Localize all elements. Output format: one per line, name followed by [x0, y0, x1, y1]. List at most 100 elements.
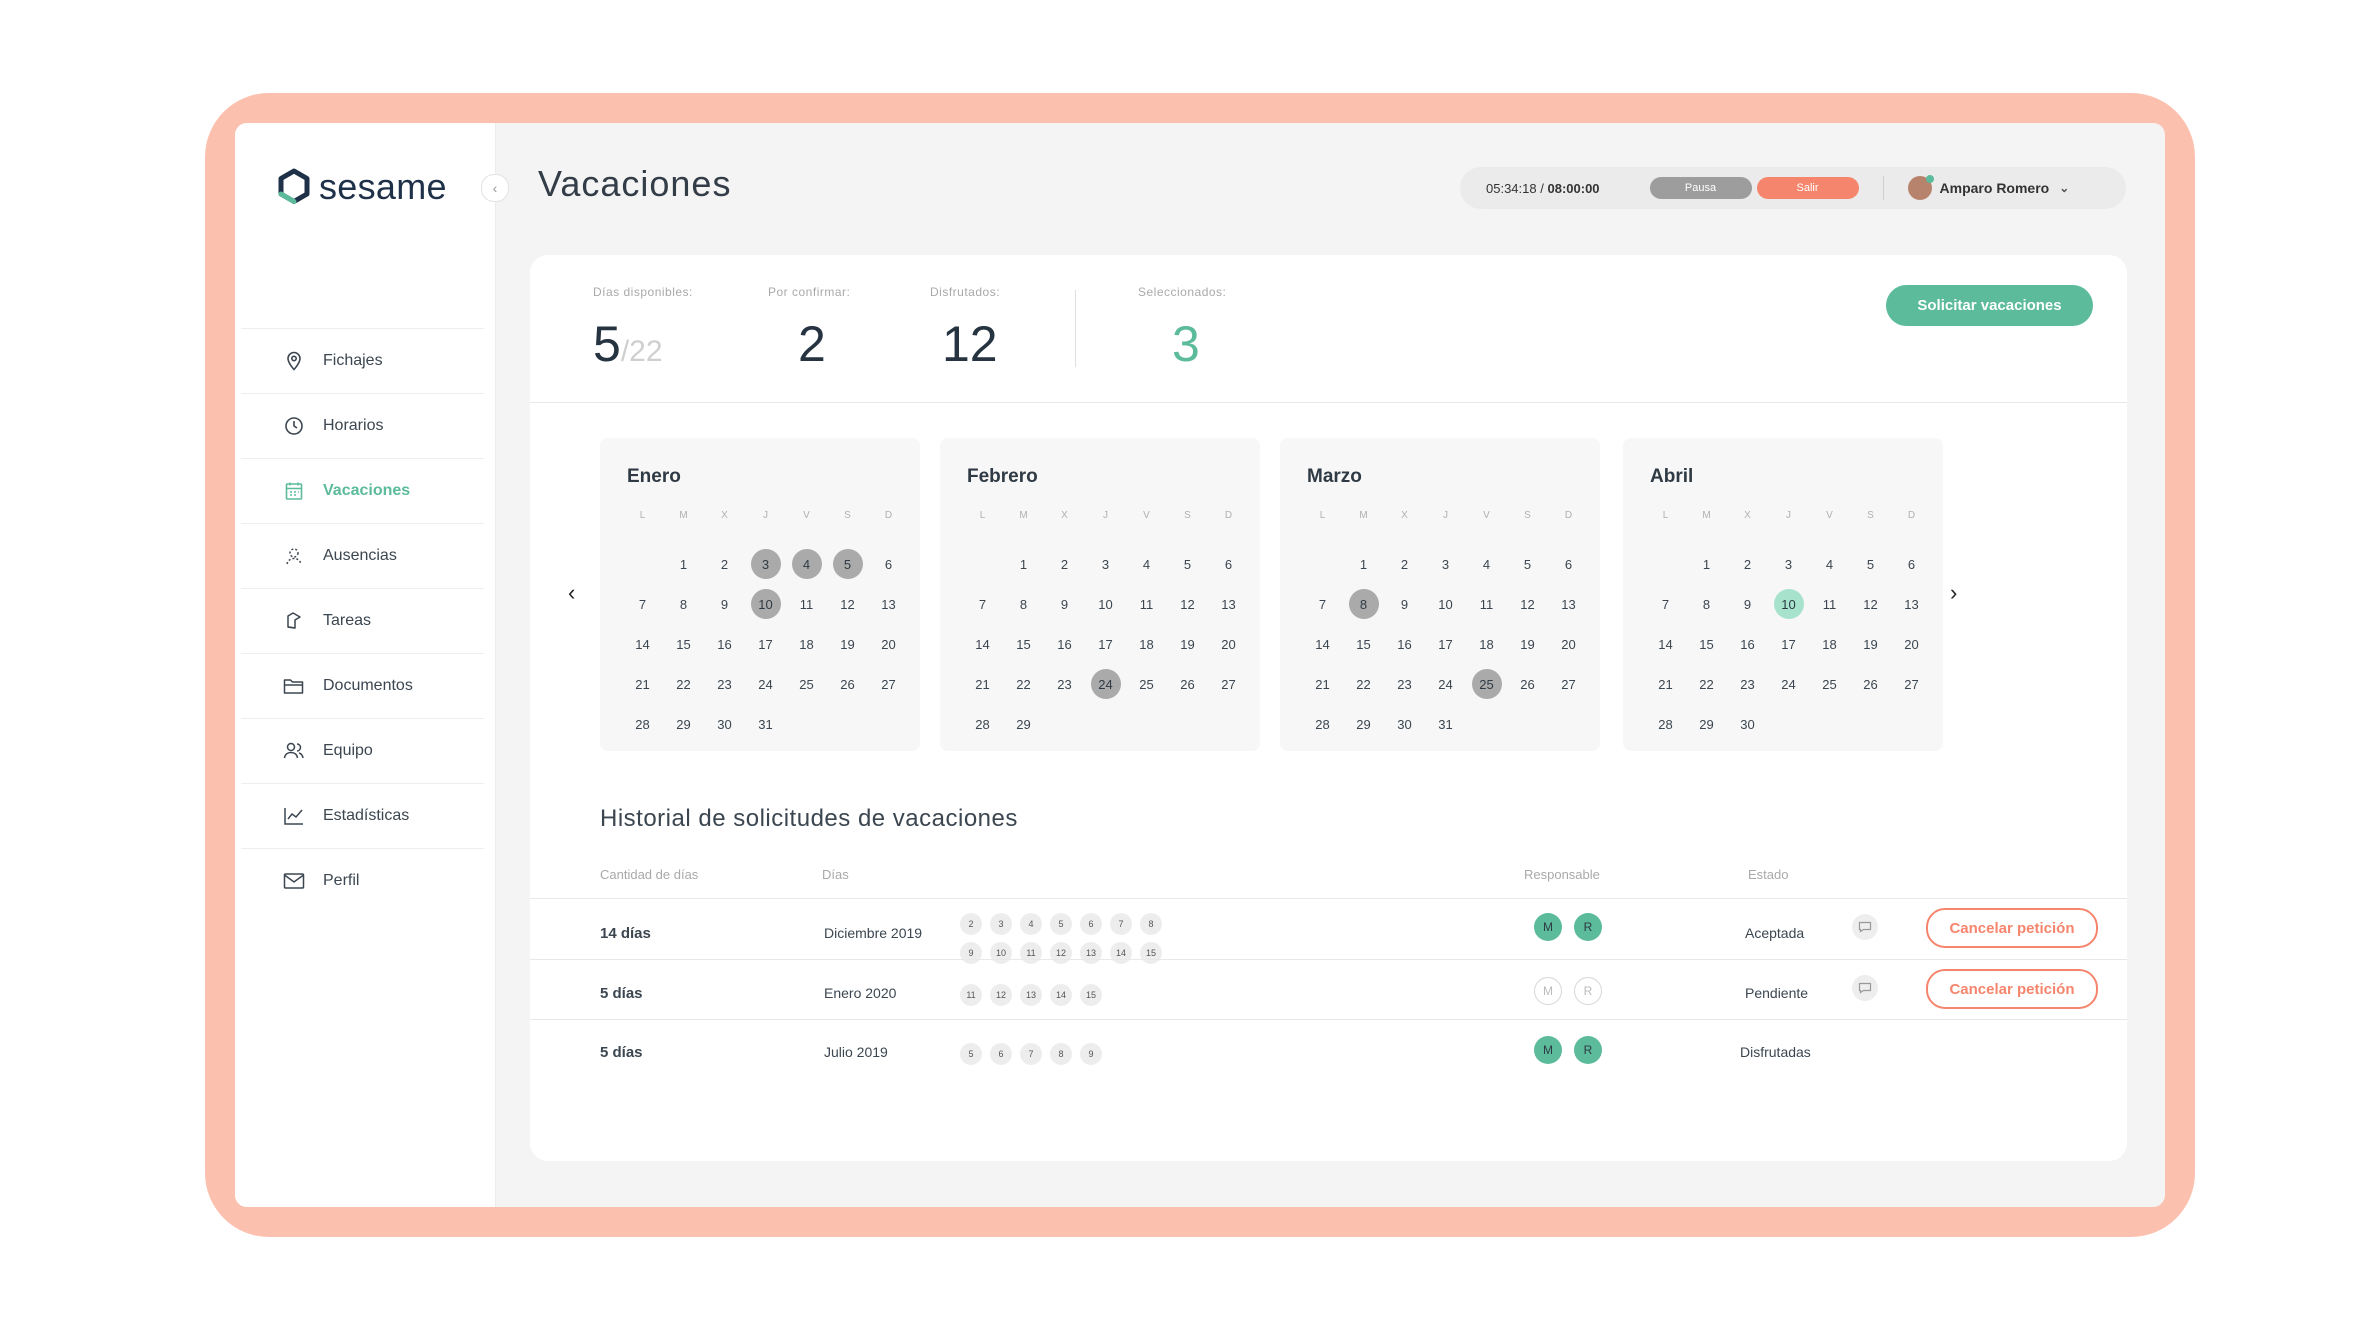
calendar-day[interactable]: 9 — [1727, 584, 1768, 624]
calendar-day[interactable]: 24 — [1768, 664, 1809, 704]
calendar-day[interactable]: 10 — [1085, 584, 1126, 624]
calendar-day[interactable]: 10 — [1425, 584, 1466, 624]
calendar-day[interactable]: 23 — [1384, 664, 1425, 704]
calendar-day[interactable]: 4 — [1466, 544, 1507, 584]
calendar-day[interactable]: 21 — [622, 664, 663, 704]
calendar-day[interactable]: 23 — [1727, 664, 1768, 704]
calendar-day[interactable]: 16 — [1727, 624, 1768, 664]
calendar-day[interactable]: 22 — [663, 664, 704, 704]
calendar-day[interactable]: 31 — [1425, 704, 1466, 744]
calendar-day[interactable]: 9 — [1384, 584, 1425, 624]
calendar-day[interactable]: 19 — [827, 624, 868, 664]
calendar-day[interactable]: 25 — [1126, 664, 1167, 704]
sidebar-item-perfil[interactable]: Perfil — [241, 848, 484, 913]
calendar-day[interactable]: 11 — [1809, 584, 1850, 624]
calendar-day[interactable]: 23 — [704, 664, 745, 704]
prev-months-button[interactable]: ‹ — [568, 580, 575, 606]
calendar-day[interactable]: 26 — [1167, 664, 1208, 704]
calendar-day[interactable]: 14 — [1302, 624, 1343, 664]
calendar-day[interactable]: 29 — [1003, 704, 1044, 744]
calendar-day[interactable]: 31 — [745, 704, 786, 744]
calendar-day[interactable]: 13 — [1208, 584, 1249, 624]
calendar-day[interactable]: 4 — [786, 544, 827, 584]
calendar-day[interactable]: 2 — [1384, 544, 1425, 584]
calendar-day[interactable]: 1 — [1343, 544, 1384, 584]
calendar-day[interactable]: 15 — [1686, 624, 1727, 664]
request-vacation-button[interactable]: Solicitar vacaciones — [1886, 285, 2093, 326]
calendar-day[interactable]: 27 — [1891, 664, 1932, 704]
calendar-day[interactable]: 2 — [1727, 544, 1768, 584]
calendar-day[interactable]: 22 — [1003, 664, 1044, 704]
calendar-day[interactable]: 19 — [1850, 624, 1891, 664]
calendar-day[interactable]: 18 — [1126, 624, 1167, 664]
calendar-day[interactable]: 3 — [745, 544, 786, 584]
calendar-day[interactable]: 9 — [704, 584, 745, 624]
calendar-day[interactable]: 11 — [1126, 584, 1167, 624]
calendar-day[interactable]: 13 — [1548, 584, 1589, 624]
calendar-day[interactable]: 20 — [1208, 624, 1249, 664]
calendar-day[interactable]: 16 — [1384, 624, 1425, 664]
exit-button[interactable]: Salir — [1756, 177, 1859, 199]
calendar-day[interactable]: 10 — [745, 584, 786, 624]
calendar-day[interactable]: 12 — [1850, 584, 1891, 624]
calendar-day[interactable]: 20 — [868, 624, 909, 664]
calendar-day[interactable]: 15 — [1003, 624, 1044, 664]
calendar-day[interactable]: 18 — [1809, 624, 1850, 664]
sidebar-item-tareas[interactable]: Tareas — [241, 588, 484, 653]
next-months-button[interactable]: › — [1950, 580, 1957, 606]
calendar-day[interactable]: 17 — [1085, 624, 1126, 664]
sidebar-item-equipo[interactable]: Equipo — [241, 718, 484, 783]
calendar-day[interactable]: 7 — [1302, 584, 1343, 624]
calendar-day[interactable]: 14 — [1645, 624, 1686, 664]
calendar-day[interactable]: 8 — [1686, 584, 1727, 624]
calendar-day[interactable]: 20 — [1548, 624, 1589, 664]
calendar-day[interactable]: 17 — [1768, 624, 1809, 664]
user-menu[interactable]: Amparo Romero ⌄ — [1907, 175, 2069, 200]
calendar-day[interactable]: 14 — [622, 624, 663, 664]
calendar-day[interactable]: 15 — [663, 624, 704, 664]
sesame-logo[interactable]: sesame — [277, 166, 447, 208]
calendar-day[interactable]: 3 — [1768, 544, 1809, 584]
calendar-day[interactable]: 28 — [962, 704, 1003, 744]
calendar-day[interactable]: 7 — [962, 584, 1003, 624]
calendar-day[interactable]: 21 — [1302, 664, 1343, 704]
calendar-day[interactable]: 29 — [663, 704, 704, 744]
calendar-day[interactable]: 14 — [962, 624, 1003, 664]
calendar-day[interactable]: 30 — [1384, 704, 1425, 744]
calendar-day[interactable]: 12 — [1507, 584, 1548, 624]
calendar-day[interactable]: 22 — [1686, 664, 1727, 704]
calendar-day[interactable]: 1 — [1686, 544, 1727, 584]
calendar-day[interactable]: 12 — [1167, 584, 1208, 624]
calendar-day[interactable]: 29 — [1343, 704, 1384, 744]
calendar-day[interactable]: 20 — [1891, 624, 1932, 664]
calendar-day[interactable]: 7 — [1645, 584, 1686, 624]
calendar-day[interactable]: 25 — [1466, 664, 1507, 704]
calendar-day[interactable]: 6 — [1891, 544, 1932, 584]
calendar-day[interactable]: 1 — [663, 544, 704, 584]
comment-button[interactable] — [1852, 914, 1878, 940]
calendar-day[interactable]: 12 — [827, 584, 868, 624]
calendar-day[interactable]: 22 — [1343, 664, 1384, 704]
calendar-day[interactable]: 18 — [1466, 624, 1507, 664]
sidebar-item-horarios[interactable]: Horarios — [241, 393, 484, 458]
sidebar-item-estadisticas[interactable]: Estadísticas — [241, 783, 484, 848]
calendar-day[interactable]: 18 — [786, 624, 827, 664]
collapse-sidebar-button[interactable]: ‹ — [481, 174, 509, 202]
calendar-day[interactable]: 27 — [868, 664, 909, 704]
calendar-day[interactable]: 28 — [622, 704, 663, 744]
calendar-day[interactable]: 7 — [622, 584, 663, 624]
sidebar-item-ausencias[interactable]: Ausencias — [241, 523, 484, 588]
calendar-day[interactable]: 5 — [827, 544, 868, 584]
calendar-day[interactable]: 6 — [1208, 544, 1249, 584]
calendar-day[interactable]: 24 — [1085, 664, 1126, 704]
calendar-day[interactable]: 3 — [1425, 544, 1466, 584]
calendar-day[interactable]: 16 — [1044, 624, 1085, 664]
calendar-day[interactable]: 5 — [1507, 544, 1548, 584]
calendar-day[interactable]: 30 — [704, 704, 745, 744]
calendar-day[interactable]: 19 — [1507, 624, 1548, 664]
calendar-day[interactable]: 6 — [1548, 544, 1589, 584]
calendar-day[interactable]: 11 — [786, 584, 827, 624]
calendar-day[interactable]: 5 — [1850, 544, 1891, 584]
calendar-day[interactable]: 13 — [1891, 584, 1932, 624]
comment-button[interactable] — [1852, 975, 1878, 1001]
